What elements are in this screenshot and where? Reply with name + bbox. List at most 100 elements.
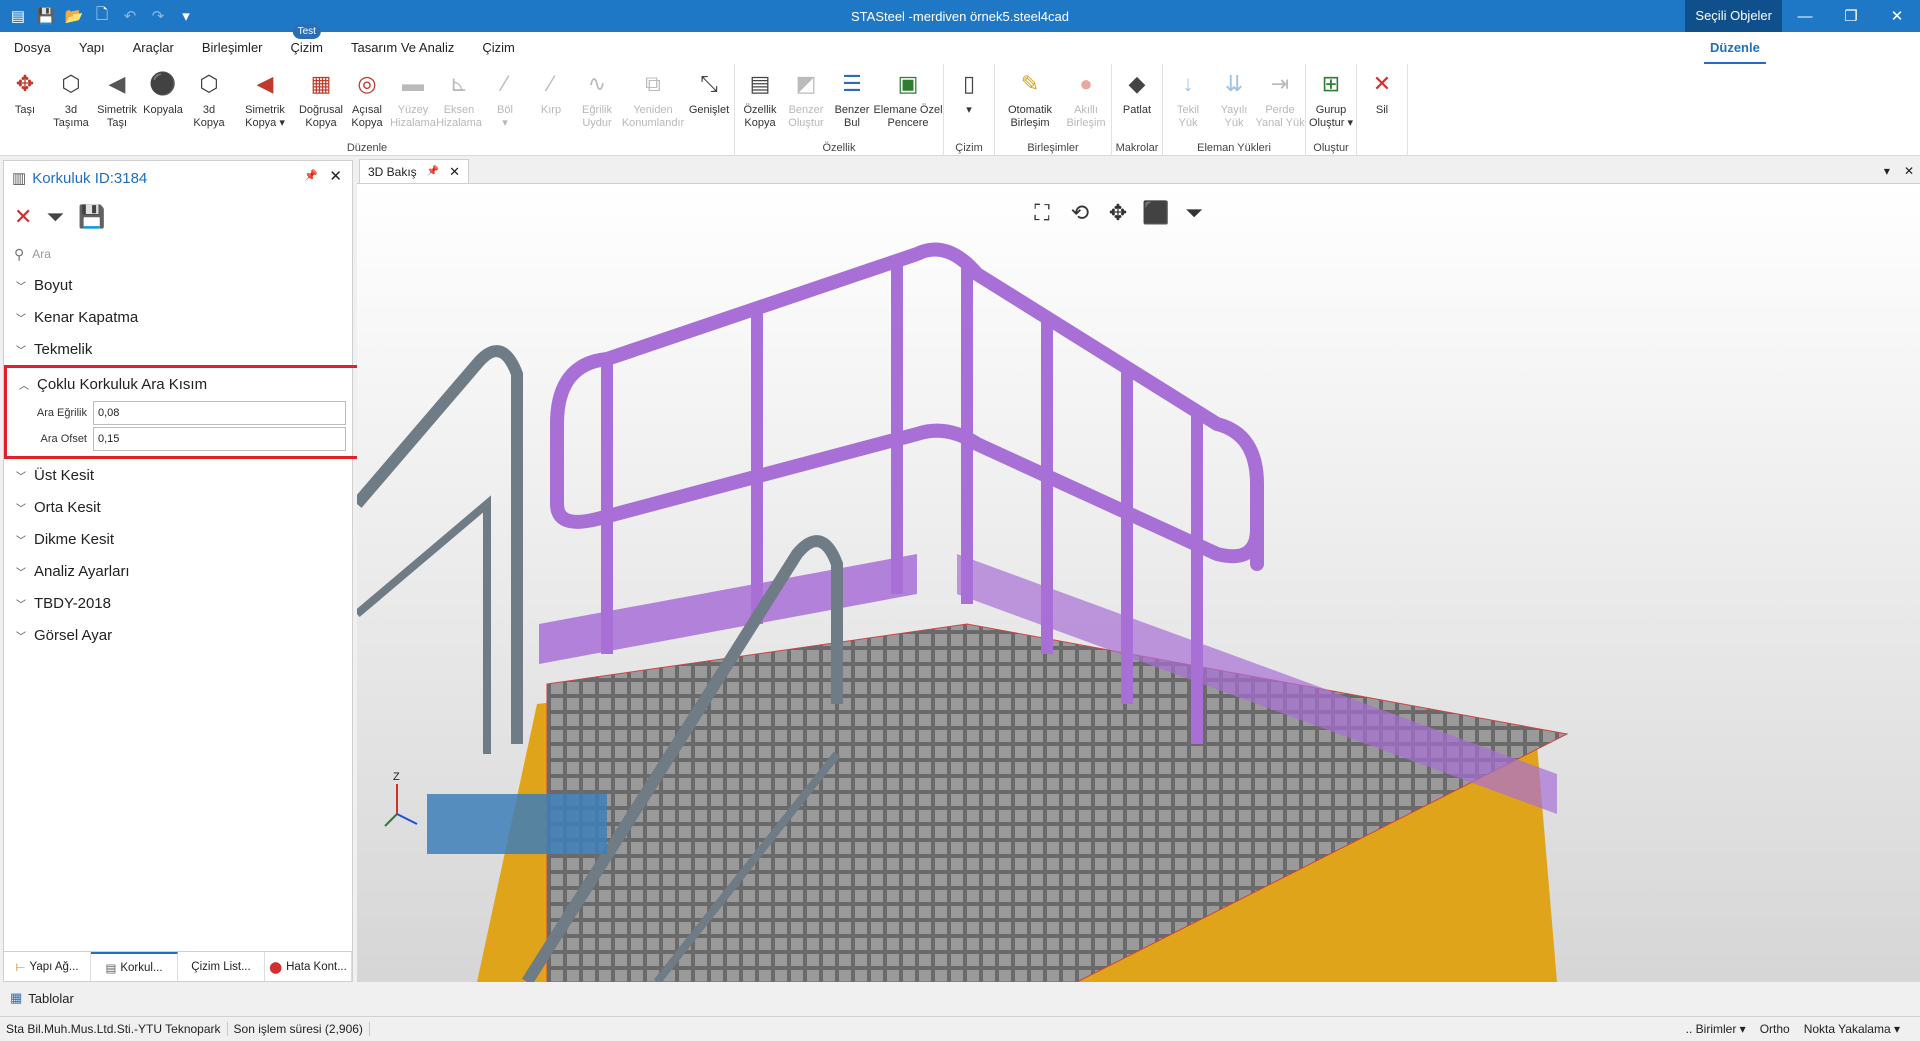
close-tab-icon[interactable]: ✕ [449,164,460,180]
category-coklu-korkuluk[interactable]: ︿ Çoklu Korkuluk Ara Kısım [7,368,361,400]
ribbon-label: Yanal Yük [1255,117,1305,129]
tables-bar[interactable]: ▦ Tablolar [0,984,1920,1012]
ribbon-button[interactable]: ⊾ Eksen Hizalama [436,64,482,138]
ribbon-button[interactable]: ▬ Yüzey Hizalama [390,64,436,138]
panel-title: Korkuluk ID:3184 [32,169,148,187]
close-window-button[interactable]: ✕ [1874,0,1920,32]
ribbon-button[interactable]: ▣ Elemane Özel Pencere [873,64,942,138]
viewport-panel: 3D Bakış 📌 ✕ ▾ ✕ ⛶ ⟲ ✥ ⬛ ⏷ Z [357,159,1920,982]
ribbon-label: Birleşim [1066,117,1106,129]
ribbon-button[interactable]: ⤡ Genişlet [686,64,732,138]
ribbon-button[interactable]: ⚫ Kopyala [140,64,186,138]
ribbon-button[interactable]: ⧉ Yeniden Konumlandır [620,64,686,138]
close-viewport-icon[interactable]: ✕ [1904,164,1914,178]
ribbon-button[interactable]: ⬡ 3d Kopya [186,64,232,138]
restore-button[interactable]: ❐ [1828,0,1874,32]
orbit-icon[interactable]: ⟲ [1065,198,1095,228]
menu-cizim-test[interactable]: Test Çizim [277,24,338,64]
delete-icon[interactable]: ✕ [14,204,32,230]
tab-list-icon[interactable]: ▾ [1884,164,1890,178]
pan-icon[interactable]: ✥ [1103,198,1133,228]
ribbon-button[interactable]: ⊞ Gurup Oluştur ▾ [1308,64,1354,138]
ara-ofset-field[interactable]: 0,15 [93,427,346,451]
category-ust-kesit[interactable]: ﹀ Üst Kesit [4,459,352,491]
ribbon-button[interactable]: ↓ Tekil Yük [1165,64,1211,138]
category-dikme-kesit[interactable]: ﹀ Dikme Kesit [4,523,352,555]
ribbon-label: Benzer [788,104,824,116]
tab-label: Korkul... [120,961,163,974]
tab-yapi-agaci[interactable]: ⊢ Yapı Ağ... [4,952,91,981]
tab-3d-bakis[interactable]: 3D Bakış 📌 ✕ [359,159,470,183]
ribbon-button[interactable]: ⇊ Yayılı Yük [1211,64,1257,138]
ribbon-button[interactable]: ∿ Eğrilik Uydur [574,64,620,138]
minimize-button[interactable]: — [1782,0,1828,32]
ribbon-label: Kopya [305,117,337,129]
ribbon-group: ▤ Özellik Kopya ◩ Benzer Oluştur ☰ Benzer Bul ▣ El… [735,64,944,156]
filter-icon[interactable]: ⏷ [1179,198,1209,228]
view-cube-icon[interactable]: ⬛ [1141,198,1171,228]
snap-dropdown[interactable]: Nokta Yakalama ▾ [1804,1022,1900,1036]
category-orta-kesit[interactable]: ﹀ Orta Kesit [4,491,352,523]
ribbon-icon: ◀ [108,71,126,96]
zoom-extents-icon[interactable]: ⛶ [1027,198,1057,228]
ribbon-button[interactable]: ✕ Sil [1359,64,1405,138]
ribbon-label: Sil [1375,104,1389,116]
category-gorsel-ayar[interactable]: ﹀ Görsel Ayar [4,619,352,651]
3d-scene[interactable]: ⛶ ⟲ ✥ ⬛ ⏷ Z [357,184,1920,982]
menu-cizim[interactable]: Çizim [468,32,529,64]
ara-egrilik-field[interactable]: 0,08 [93,401,346,425]
ribbon-button[interactable]: ◆ Patlat [1114,64,1160,138]
ribbon-group-label: Makrolar [1115,142,1159,154]
menu-dosya[interactable]: Dosya [0,32,65,64]
save-settings-icon[interactable]: 💾 [78,204,105,230]
ribbon-button[interactable]: ◩ Benzer Oluştur [783,64,829,138]
open-icon[interactable]: 📂 [60,2,88,30]
filter-icon[interactable]: ⏷ [46,204,64,230]
tab-hata-kontrol[interactable]: ⬤ Hata Kont... [265,952,352,981]
ribbon-group-label: Eleman Yükleri [1197,142,1271,154]
ortho-toggle[interactable]: Ortho [1760,1022,1790,1036]
category-boyut[interactable]: ﹀ Boyut [4,269,352,301]
ribbon-button[interactable]: ✥ Taşı [2,64,48,138]
ribbon-button[interactable]: ▯ ▾ [946,64,992,138]
category-label: Analiz Ayarları [34,562,130,580]
ribbon-icon: ▦ [310,71,332,96]
units-dropdown[interactable]: .. Birimler ▾ [1686,1022,1746,1036]
new-file-icon[interactable]: 🗋 [88,2,116,30]
tab-cizim-listesi[interactable]: Çizim List... [178,952,265,981]
search-field[interactable]: ⚲ Ara [4,239,352,269]
ribbon-button[interactable]: ◀ Simetrik Taşı [94,64,140,138]
app-menu-icon[interactable]: ▤ [4,2,32,30]
menu-yapi[interactable]: Yapı [65,32,119,64]
pin-icon[interactable]: 📌 [427,166,439,177]
tab-duzenle[interactable]: Düzenle [1704,32,1766,64]
ribbon-button[interactable]: ◀ Simetrik Kopya ▾ [232,64,298,138]
ribbon-button[interactable]: ⁄ Böl ▾ [482,64,528,138]
ribbon-button[interactable]: ☰ Benzer Bul [829,64,875,138]
customize-toolbar-icon[interactable]: ▾ [172,2,200,30]
menu-birlesimler[interactable]: Birleşimler [188,32,277,64]
ribbon-button[interactable]: ▤ Özellik Kopya [737,64,783,138]
save-icon[interactable]: 💾 [32,2,60,30]
category-tekmelik[interactable]: ﹀ Tekmelik [4,333,352,365]
ribbon-label: 3d [64,104,78,116]
redo-icon[interactable]: ↷ [144,2,172,30]
undo-icon[interactable]: ↶ [116,2,144,30]
close-panel-icon[interactable]: ✕ [329,167,342,185]
ribbon-button[interactable]: ✎ Otomatik Birleşim [997,64,1063,138]
pin-icon[interactable]: 📌 [304,169,318,182]
highlight-box: ︿ Çoklu Korkuluk Ara Kısım Ara Eğrilik 0,… [4,365,364,459]
ribbon-button[interactable]: ◎ Açısal Kopya [344,64,390,138]
selected-objects-button[interactable]: Seçili Objeler [1685,0,1782,32]
ribbon-button[interactable]: ▦ Doğrusal Kopya [298,64,344,138]
ribbon-button[interactable]: ⇥ Perde Yanal Yük [1255,64,1305,138]
category-tbdy-2018[interactable]: ﹀ TBDY-2018 [4,587,352,619]
menu-tasarim-analiz[interactable]: Tasarım Ve Analiz [337,32,468,64]
menu-araclar[interactable]: Araçlar [119,32,188,64]
category-kenar-kapatma[interactable]: ﹀ Kenar Kapatma [4,301,352,333]
ribbon-button[interactable]: ⁄ Kırp [528,64,574,138]
tab-korkuluk[interactable]: ▤ Korkul... [91,952,178,981]
ribbon-button[interactable]: ⬡ 3d Taşıma [48,64,94,138]
category-analiz-ayarlari[interactable]: ﹀ Analiz Ayarları [4,555,352,587]
ribbon-button[interactable]: ● Akıllı Birleşim [1063,64,1109,138]
